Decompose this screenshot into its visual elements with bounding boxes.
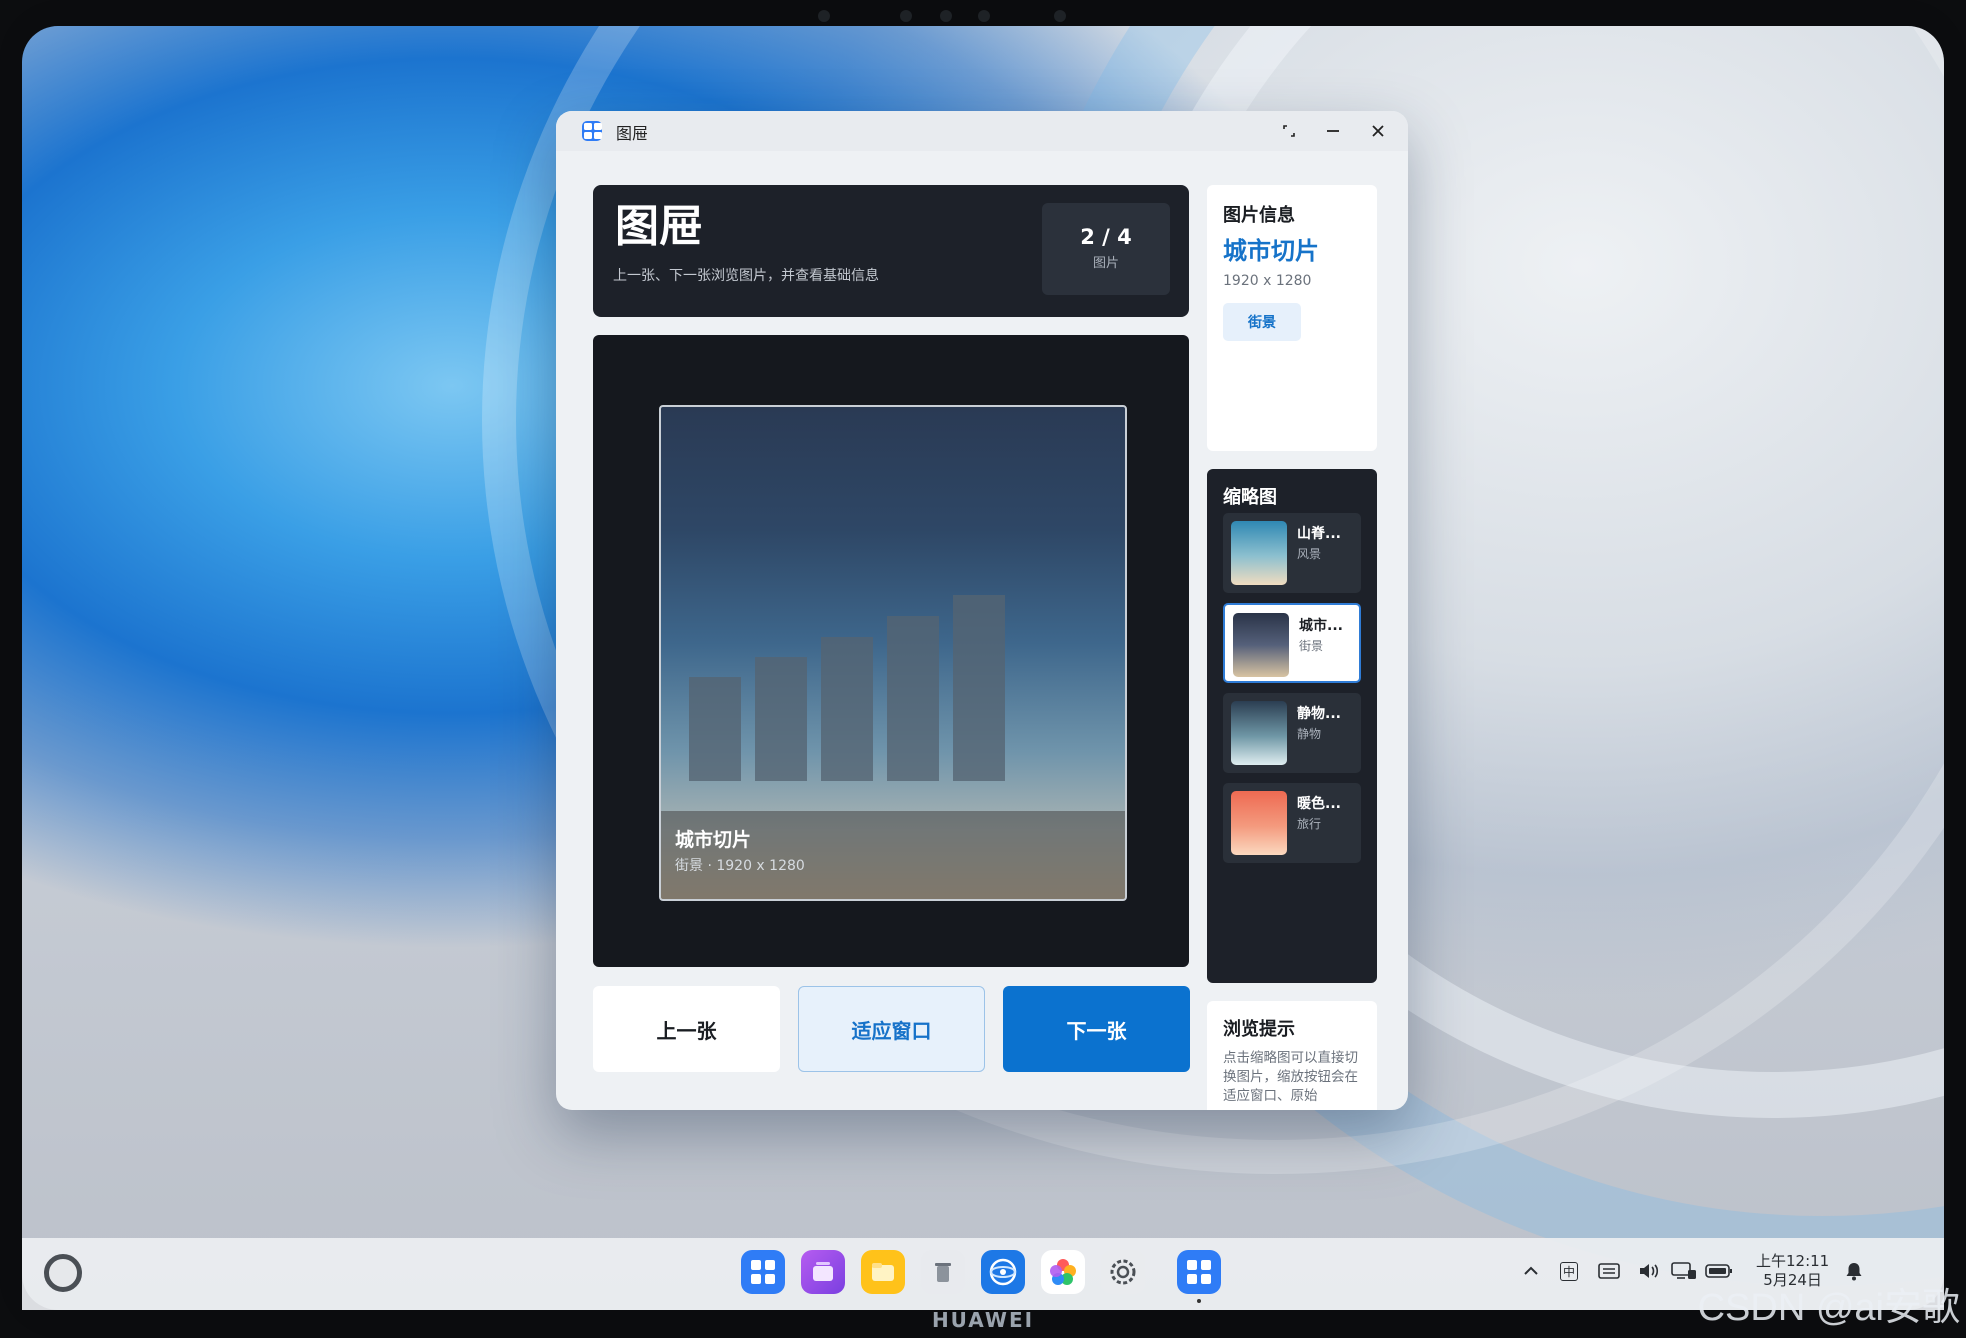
camera-sensor [900, 10, 912, 22]
ime-indicator[interactable]: 中 [1558, 1258, 1580, 1284]
multitask-icon[interactable] [801, 1250, 845, 1294]
watermark: CSDN @ai安歌 [1697, 1287, 1960, 1329]
volume-icon[interactable] [1636, 1258, 1662, 1284]
thumbnail-name: 山脊... [1297, 526, 1341, 542]
browser-icon[interactable] [981, 1250, 1025, 1294]
image-info-card: 图片信息 城市切片 1920 x 1280 街景 [1207, 185, 1377, 451]
photo-drawer-app-icon[interactable] [1177, 1250, 1221, 1294]
caption-subtitle: 街景 · 1920 x 1280 [675, 858, 805, 874]
clock-time: 上午12:11 [1756, 1252, 1830, 1270]
start-button[interactable] [44, 1254, 82, 1292]
keyboard-icon[interactable] [1596, 1258, 1622, 1284]
app-window: 图屉 图屉 上一张、下一张浏览图片，并查看基础信息 2 / 4 图片 城市切片 … [556, 111, 1408, 1110]
counter-label: 图片 [1092, 256, 1119, 271]
info-dimensions: 1920 x 1280 [1223, 273, 1312, 289]
device-brand: HUAWEI [931, 1308, 1035, 1332]
restore-button[interactable] [1276, 119, 1302, 143]
current-photo[interactable]: 城市切片 街景 · 1920 x 1280 [659, 405, 1127, 901]
app-grid-icon [582, 121, 602, 141]
thumbnails-heading: 缩略图 [1223, 487, 1277, 508]
ime-label: 中 [1559, 1261, 1578, 1281]
thumbnail-image [1231, 791, 1287, 855]
thumbnail-name: 城市... [1299, 618, 1343, 634]
minimize-icon [1327, 130, 1339, 132]
thumbnail-image [1233, 613, 1289, 677]
thumbnail-name: 暖色... [1297, 796, 1341, 812]
thumbnail-category: 静物 [1297, 727, 1322, 741]
camera-sensor [978, 10, 990, 22]
fit-window-button[interactable]: 适应窗口 [798, 986, 985, 1072]
thumbnail-image [1231, 701, 1287, 765]
chevron-up-icon[interactable] [1520, 1258, 1542, 1284]
display-icon[interactable] [1670, 1258, 1698, 1284]
thumbnail-name: 静物... [1297, 706, 1341, 722]
trash-icon[interactable] [921, 1250, 965, 1294]
counter-value: 2 / 4 [1080, 225, 1132, 249]
tips-body: 点击缩略图可以直接切换图片，缩放按钮会在适应窗口、原始 [1223, 1050, 1358, 1104]
image-viewer[interactable]: 城市切片 街景 · 1920 x 1280 [593, 335, 1189, 967]
files-icon[interactable] [861, 1250, 905, 1294]
settings-icon[interactable] [1101, 1250, 1145, 1294]
camera-sensor [818, 10, 830, 22]
thumbnail-item-active[interactable]: 城市... 街景 [1223, 603, 1361, 683]
caption-title: 城市切片 [675, 829, 752, 851]
thumbnail-item[interactable]: 静物... 静物 [1223, 693, 1361, 773]
info-heading: 图片信息 [1223, 205, 1295, 226]
header-card: 图屉 上一张、下一张浏览图片，并查看基础信息 2 / 4 图片 [593, 185, 1189, 317]
photo-building [953, 595, 1005, 781]
close-button[interactable] [1365, 119, 1391, 143]
previous-button[interactable]: 上一张 [593, 986, 780, 1072]
thumbnail-category: 街景 [1299, 639, 1324, 653]
image-counter: 2 / 4 图片 [1042, 203, 1170, 295]
thumbnails-panel: 缩略图 山脊... 风景 城市... 街景 静物... 静物 暖色... 旅行 [1207, 469, 1377, 983]
thumbnail-item[interactable]: 暖色... 旅行 [1223, 783, 1361, 863]
next-button[interactable]: 下一张 [1003, 986, 1190, 1072]
photo-caption: 城市切片 街景 · 1920 x 1280 [661, 811, 1125, 899]
window-title: 图屉 [616, 124, 649, 143]
tips-heading: 浏览提示 [1223, 1019, 1295, 1040]
photo-building [887, 616, 939, 781]
camera-sensor [940, 10, 952, 22]
photo-building [689, 677, 741, 781]
category-tag: 街景 [1223, 303, 1301, 341]
restore-icon [1283, 125, 1295, 137]
browse-tips-card: 浏览提示 点击缩略图可以直接切换图片，缩放按钮会在适应窗口、原始 [1207, 1001, 1377, 1110]
title-bar[interactable]: 图屉 [556, 111, 1408, 151]
camera-sensor [1054, 10, 1066, 22]
page-subtitle: 上一张、下一张浏览图片，并查看基础信息 [613, 268, 879, 284]
photo-building [755, 657, 807, 781]
close-icon [1372, 125, 1384, 137]
thumbnail-category: 旅行 [1297, 817, 1322, 831]
page-title: 图屉 [615, 201, 703, 252]
thumbnail-category: 风景 [1297, 547, 1322, 561]
app-launcher-icon[interactable] [741, 1250, 785, 1294]
photo-building [821, 637, 873, 781]
thumbnail-item[interactable]: 山脊... 风景 [1223, 513, 1361, 593]
running-indicator [1197, 1299, 1201, 1303]
info-image-name: 城市切片 [1223, 237, 1319, 265]
gallery-icon[interactable] [1041, 1250, 1085, 1294]
device-bezel: 中 上午12:11 5月24日 HUAWEI CSDN @ai安歌 图屉 图屉 … [0, 0, 1966, 1338]
minimize-button[interactable] [1320, 119, 1346, 143]
thumbnail-image [1231, 521, 1287, 585]
